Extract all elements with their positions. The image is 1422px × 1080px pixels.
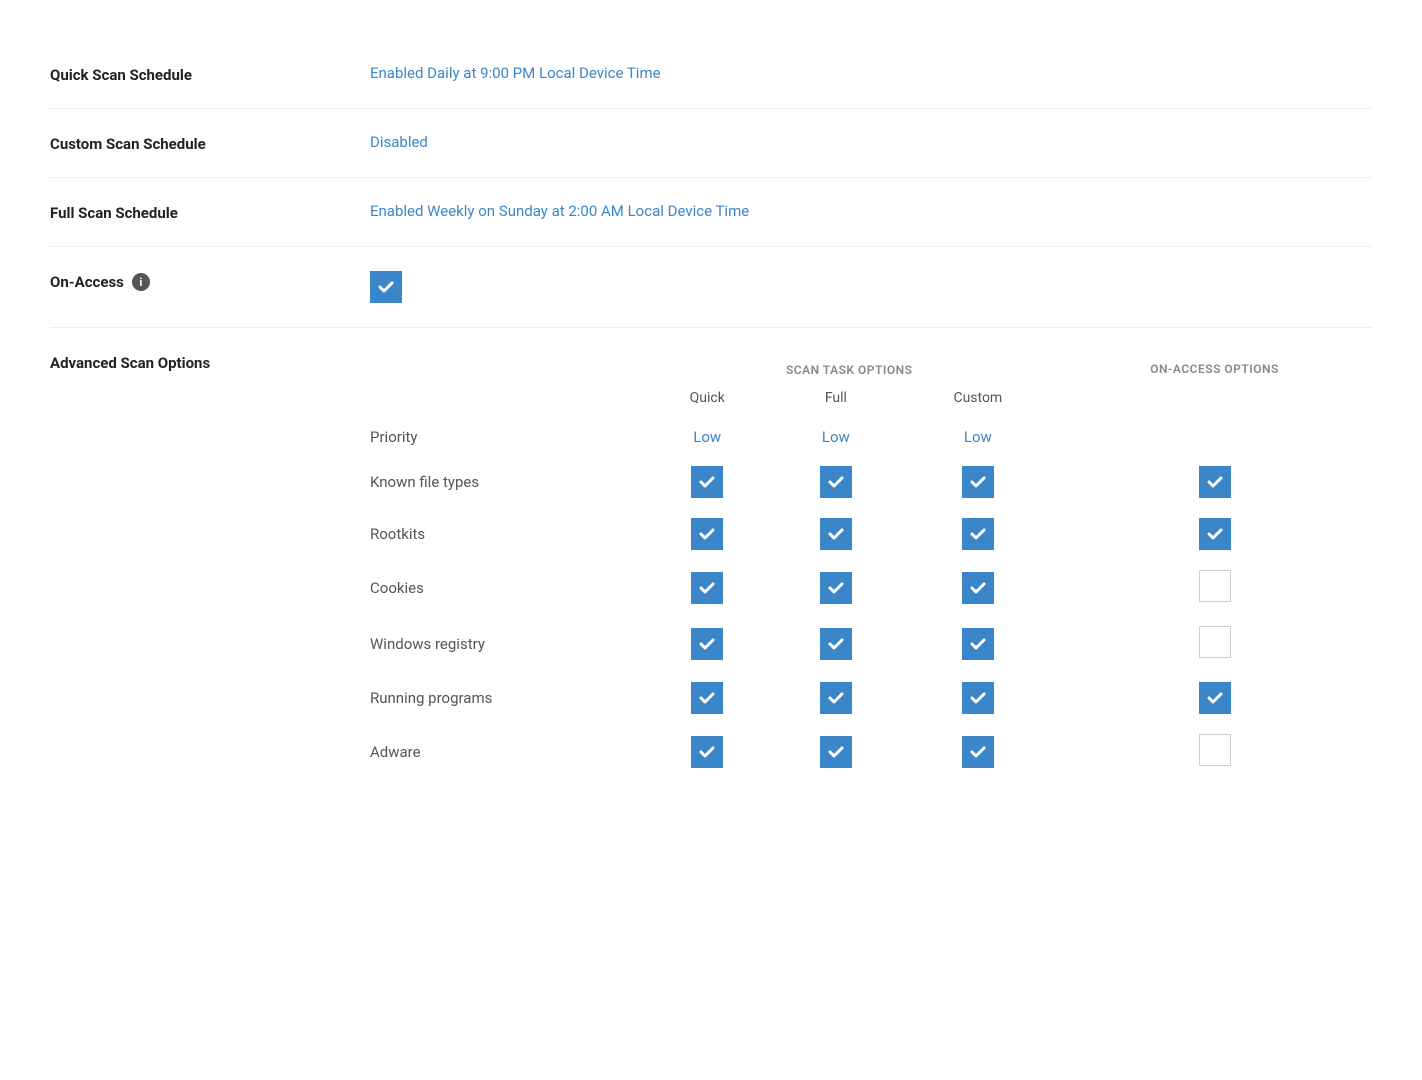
full-scan-label: Full Scan Schedule xyxy=(50,202,370,222)
row-label-header xyxy=(370,382,641,418)
scan-option-full-checkbox[interactable] xyxy=(773,456,899,508)
full-scan-row: Full Scan Schedule Enabled Weekly on Sun… xyxy=(50,178,1372,247)
custom-scan-label: Custom Scan Schedule xyxy=(50,133,370,153)
scan-option-label: Rootkits xyxy=(370,508,641,560)
scan-option-full-checkbox[interactable] xyxy=(773,560,899,616)
scan-option-row: Adware xyxy=(370,724,1372,780)
full-scan-value[interactable]: Enabled Weekly on Sunday at 2:00 AM Loca… xyxy=(370,202,1372,220)
priority-custom-value[interactable]: Low xyxy=(899,418,1057,456)
priority-full-value[interactable]: Low xyxy=(773,418,899,456)
priority-quick-value[interactable]: Low xyxy=(641,418,773,456)
on-access-info-icon[interactable]: i xyxy=(132,273,150,291)
scan-options-table: SCAN TASK OPTIONS On-Access Options Quic… xyxy=(370,352,1372,780)
quick-scan-value[interactable]: Enabled Daily at 9:00 PM Local Device Ti… xyxy=(370,64,1372,82)
scan-option-quick-checkbox[interactable] xyxy=(641,508,773,560)
scan-option-quick-checkbox[interactable] xyxy=(641,456,773,508)
scan-option-label: Known file types xyxy=(370,456,641,508)
scan-option-label: Cookies xyxy=(370,560,641,616)
scan-option-custom-checkbox[interactable] xyxy=(899,560,1057,616)
scan-task-options-header: SCAN TASK OPTIONS xyxy=(641,352,1057,382)
scan-option-row: Cookies xyxy=(370,560,1372,616)
advanced-scan-label: Advanced Scan Options xyxy=(50,352,370,372)
quick-col-header: Quick xyxy=(641,382,773,418)
scan-option-full-checkbox[interactable] xyxy=(773,672,899,724)
advanced-scan-content: SCAN TASK OPTIONS On-Access Options Quic… xyxy=(370,352,1372,780)
scan-option-row: Known file types xyxy=(370,456,1372,508)
scan-option-on-access-checkbox[interactable] xyxy=(1057,560,1372,616)
custom-col-header: Custom xyxy=(899,382,1057,418)
scan-option-full-checkbox[interactable] xyxy=(773,508,899,560)
scan-option-label: Windows registry xyxy=(370,616,641,672)
scan-option-quick-checkbox[interactable] xyxy=(641,724,773,780)
scan-option-on-access-checkbox[interactable] xyxy=(1057,456,1372,508)
section-header-row: SCAN TASK OPTIONS On-Access Options xyxy=(370,352,1372,382)
scan-option-custom-checkbox[interactable] xyxy=(899,672,1057,724)
on-access-options-header: On-Access Options xyxy=(1057,352,1372,382)
scan-option-custom-checkbox[interactable] xyxy=(899,508,1057,560)
scan-option-on-access-checkbox[interactable] xyxy=(1057,672,1372,724)
scan-option-quick-checkbox[interactable] xyxy=(641,616,773,672)
priority-label: Priority xyxy=(370,418,641,456)
priority-on-access-value xyxy=(1057,418,1372,456)
on-access-checkbox[interactable] xyxy=(370,271,402,303)
scan-option-row: Running programs xyxy=(370,672,1372,724)
advanced-scan-row: Advanced Scan Options SCAN TASK OPTIONS … xyxy=(50,328,1372,804)
scan-option-custom-checkbox[interactable] xyxy=(899,616,1057,672)
scan-option-on-access-checkbox[interactable] xyxy=(1057,508,1372,560)
empty-header-cell xyxy=(370,352,641,382)
on-access-row: On-Access i xyxy=(50,247,1372,328)
full-col-header: Full xyxy=(773,382,899,418)
custom-scan-value[interactable]: Disabled xyxy=(370,133,1372,151)
on-access-checkbox-container xyxy=(370,271,1372,303)
scan-option-quick-checkbox[interactable] xyxy=(641,672,773,724)
scan-option-on-access-checkbox[interactable] xyxy=(1057,724,1372,780)
on-access-col-header xyxy=(1057,382,1372,418)
scan-option-full-checkbox[interactable] xyxy=(773,616,899,672)
on-access-label: On-Access i xyxy=(50,271,370,291)
scan-option-custom-checkbox[interactable] xyxy=(899,456,1057,508)
scan-option-row: Rootkits xyxy=(370,508,1372,560)
scan-option-full-checkbox[interactable] xyxy=(773,724,899,780)
quick-scan-row: Quick Scan Schedule Enabled Daily at 9:0… xyxy=(50,40,1372,109)
priority-row: Priority Low Low Low xyxy=(370,418,1372,456)
scan-option-on-access-checkbox[interactable] xyxy=(1057,616,1372,672)
col-header-row: Quick Full Custom xyxy=(370,382,1372,418)
quick-scan-label: Quick Scan Schedule xyxy=(50,64,370,84)
scan-option-row: Windows registry xyxy=(370,616,1372,672)
scan-option-quick-checkbox[interactable] xyxy=(641,560,773,616)
scan-option-label: Running programs xyxy=(370,672,641,724)
scan-option-label: Adware xyxy=(370,724,641,780)
scan-option-custom-checkbox[interactable] xyxy=(899,724,1057,780)
custom-scan-row: Custom Scan Schedule Disabled xyxy=(50,109,1372,178)
